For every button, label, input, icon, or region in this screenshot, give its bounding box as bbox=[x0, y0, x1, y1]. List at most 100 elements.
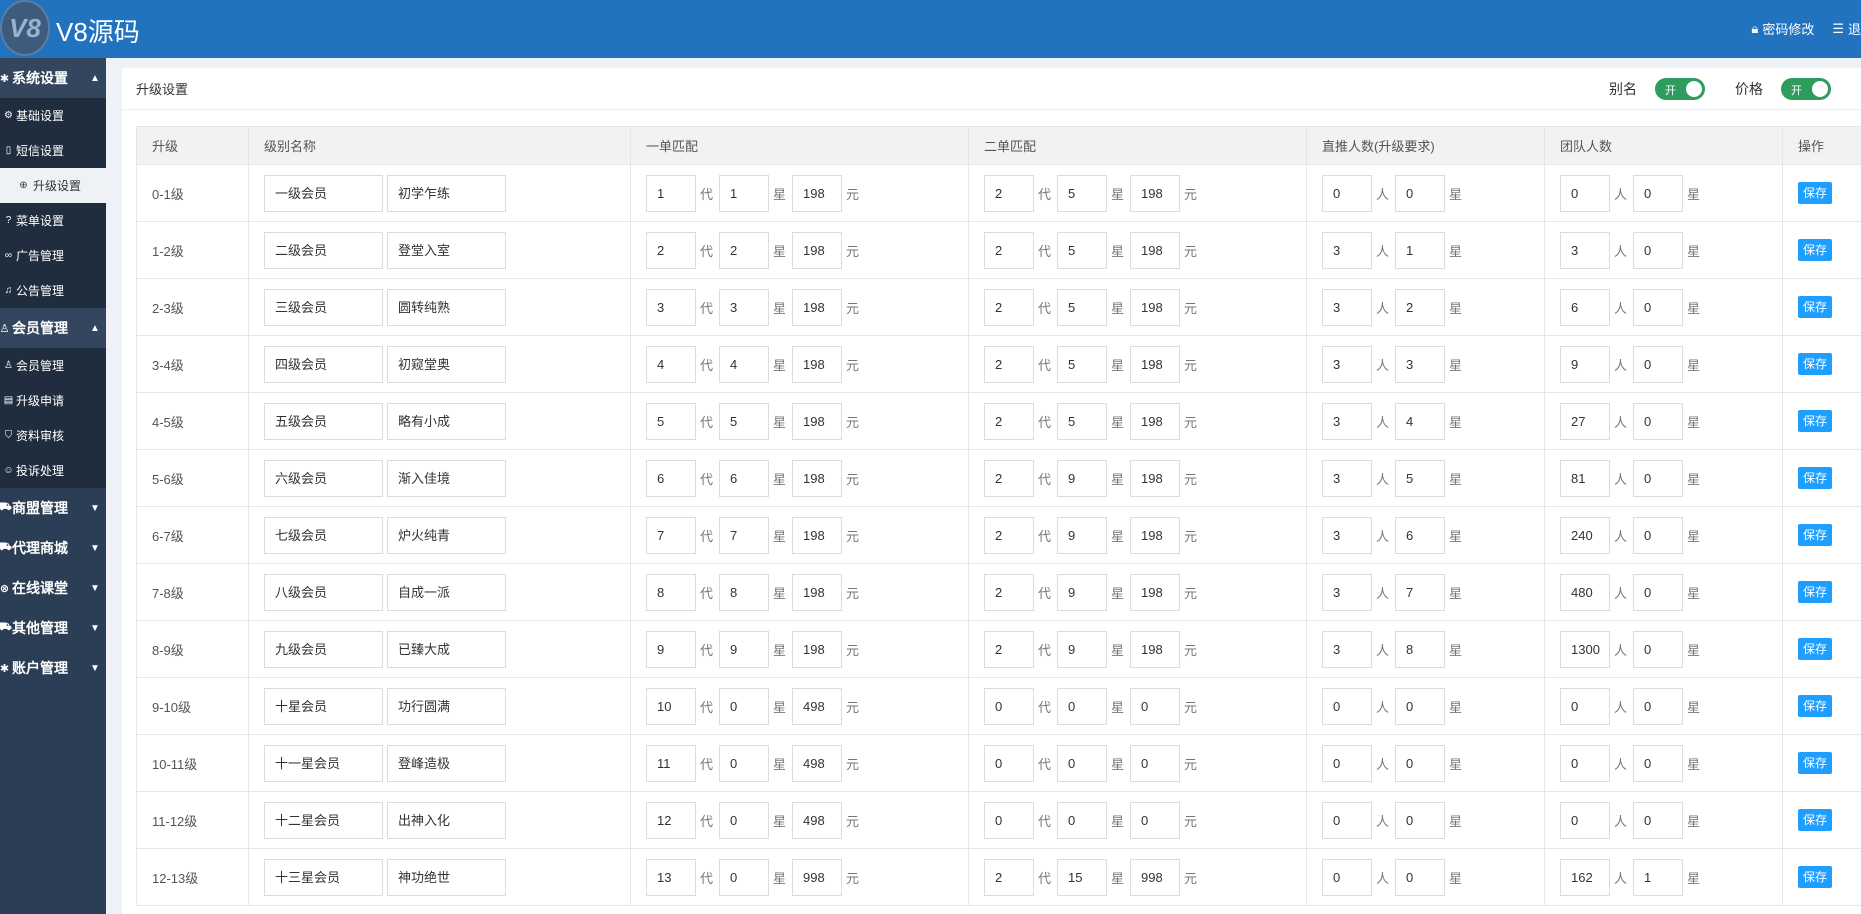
double-price-input[interactable]: 198 bbox=[1130, 573, 1181, 611]
double-price-input[interactable]: 198 bbox=[1130, 459, 1181, 497]
team-star-input[interactable]: 0 bbox=[1633, 174, 1684, 212]
sidebar-item-notice-management[interactable]: ♫ 公告管理 bbox=[0, 273, 106, 308]
save-button[interactable]: 保存 bbox=[1798, 866, 1833, 888]
single-star-input[interactable]: 6 bbox=[719, 459, 770, 497]
level-name-input[interactable]: 六级会员 bbox=[264, 459, 383, 497]
single-star-input[interactable]: 0 bbox=[719, 744, 770, 782]
level-alias-input[interactable]: 初学乍练 bbox=[387, 174, 506, 212]
logout-link[interactable]: ☰ 退 bbox=[1832, 19, 1861, 38]
team-star-input[interactable]: 0 bbox=[1633, 516, 1684, 554]
level-alias-input[interactable]: 已臻大成 bbox=[387, 630, 506, 668]
single-generation-input[interactable]: 9 bbox=[646, 630, 696, 668]
team-count-input[interactable]: 81 bbox=[1560, 459, 1610, 497]
single-generation-input[interactable]: 2 bbox=[646, 231, 696, 269]
single-star-input[interactable]: 0 bbox=[719, 858, 770, 896]
direct-star-input[interactable]: 5 bbox=[1395, 459, 1446, 497]
single-generation-input[interactable]: 6 bbox=[646, 459, 696, 497]
save-button[interactable]: 保存 bbox=[1798, 752, 1833, 774]
level-alias-input[interactable]: 神功绝世 bbox=[387, 858, 506, 896]
level-name-input[interactable]: 五级会员 bbox=[264, 402, 383, 440]
direct-star-input[interactable]: 7 bbox=[1395, 573, 1446, 611]
team-star-input[interactable]: 1 bbox=[1633, 858, 1684, 896]
sidebar-group-online-classroom[interactable]: ⊗ 在线课堂 ▼ bbox=[0, 568, 106, 608]
team-star-input[interactable]: 0 bbox=[1633, 573, 1684, 611]
double-generation-input[interactable]: 0 bbox=[984, 744, 1034, 782]
sidebar-item-sms-settings[interactable]: ▯ 短信设置 bbox=[0, 133, 106, 168]
double-generation-input[interactable]: 0 bbox=[984, 687, 1034, 725]
save-button[interactable]: 保存 bbox=[1798, 467, 1833, 489]
double-star-input[interactable]: 0 bbox=[1057, 687, 1108, 725]
sidebar-item-complaints[interactable]: ☺ 投诉处理 bbox=[0, 453, 106, 488]
level-alias-input[interactable]: 出神入化 bbox=[387, 801, 506, 839]
direct-star-input[interactable]: 0 bbox=[1395, 687, 1446, 725]
direct-count-input[interactable]: 0 bbox=[1322, 858, 1372, 896]
double-price-input[interactable]: 0 bbox=[1130, 687, 1181, 725]
sidebar-group-account-management[interactable]: ✱ 账户管理 ▼ bbox=[0, 648, 106, 688]
direct-count-input[interactable]: 0 bbox=[1322, 801, 1372, 839]
team-count-input[interactable]: 6 bbox=[1560, 288, 1610, 326]
direct-count-input[interactable]: 3 bbox=[1322, 345, 1372, 383]
sidebar-item-members[interactable]: ♙ 会员管理 bbox=[0, 348, 106, 383]
level-name-input[interactable]: 四级会员 bbox=[264, 345, 383, 383]
team-star-input[interactable]: 0 bbox=[1633, 345, 1684, 383]
direct-star-input[interactable]: 0 bbox=[1395, 858, 1446, 896]
single-price-input[interactable]: 498 bbox=[792, 744, 843, 782]
direct-star-input[interactable]: 3 bbox=[1395, 345, 1446, 383]
double-generation-input[interactable]: 2 bbox=[984, 858, 1034, 896]
single-star-input[interactable]: 5 bbox=[719, 402, 770, 440]
double-star-input[interactable]: 9 bbox=[1057, 630, 1108, 668]
single-star-input[interactable]: 4 bbox=[719, 345, 770, 383]
single-generation-input[interactable]: 12 bbox=[646, 801, 696, 839]
level-name-input[interactable]: 一级会员 bbox=[264, 174, 383, 212]
team-star-input[interactable]: 0 bbox=[1633, 402, 1684, 440]
single-star-input[interactable]: 3 bbox=[719, 288, 770, 326]
double-star-input[interactable]: 0 bbox=[1057, 801, 1108, 839]
single-star-input[interactable]: 0 bbox=[719, 801, 770, 839]
save-button[interactable]: 保存 bbox=[1798, 296, 1833, 318]
double-price-input[interactable]: 198 bbox=[1130, 516, 1181, 554]
team-count-input[interactable]: 0 bbox=[1560, 801, 1610, 839]
single-price-input[interactable]: 198 bbox=[792, 345, 843, 383]
single-generation-input[interactable]: 1 bbox=[646, 174, 696, 212]
direct-count-input[interactable]: 3 bbox=[1322, 573, 1372, 611]
level-alias-input[interactable]: 圆转纯熟 bbox=[387, 288, 506, 326]
double-price-input[interactable]: 198 bbox=[1130, 345, 1181, 383]
team-count-input[interactable]: 27 bbox=[1560, 402, 1610, 440]
direct-star-input[interactable]: 8 bbox=[1395, 630, 1446, 668]
save-button[interactable]: 保存 bbox=[1798, 239, 1833, 261]
level-alias-input[interactable]: 登堂入室 bbox=[387, 231, 506, 269]
single-generation-input[interactable]: 7 bbox=[646, 516, 696, 554]
team-count-input[interactable]: 0 bbox=[1560, 687, 1610, 725]
single-price-input[interactable]: 498 bbox=[792, 687, 843, 725]
double-generation-input[interactable]: 2 bbox=[984, 231, 1034, 269]
double-star-input[interactable]: 9 bbox=[1057, 459, 1108, 497]
team-count-input[interactable]: 162 bbox=[1560, 858, 1610, 896]
save-button[interactable]: 保存 bbox=[1798, 809, 1833, 831]
sidebar-item-upgrade-settings[interactable]: ⊕ 升级设置 bbox=[0, 168, 106, 203]
level-name-input[interactable]: 十三星会员 bbox=[264, 858, 383, 896]
double-generation-input[interactable]: 2 bbox=[984, 459, 1034, 497]
double-price-input[interactable]: 198 bbox=[1130, 231, 1181, 269]
level-alias-input[interactable]: 略有小成 bbox=[387, 402, 506, 440]
double-price-input[interactable]: 198 bbox=[1130, 288, 1181, 326]
single-price-input[interactable]: 998 bbox=[792, 858, 843, 896]
team-count-input[interactable]: 3 bbox=[1560, 231, 1610, 269]
team-count-input[interactable]: 480 bbox=[1560, 573, 1610, 611]
single-generation-input[interactable]: 4 bbox=[646, 345, 696, 383]
level-alias-input[interactable]: 渐入佳境 bbox=[387, 459, 506, 497]
save-button[interactable]: 保存 bbox=[1798, 182, 1833, 204]
level-name-input[interactable]: 十二星会员 bbox=[264, 801, 383, 839]
sidebar-item-menu-settings[interactable]: ? 菜单设置 bbox=[0, 203, 106, 238]
direct-star-input[interactable]: 0 bbox=[1395, 801, 1446, 839]
direct-star-input[interactable]: 2 bbox=[1395, 288, 1446, 326]
sidebar-item-upgrade-requests[interactable]: ▤ 升级申请 bbox=[0, 383, 106, 418]
double-generation-input[interactable]: 0 bbox=[984, 801, 1034, 839]
direct-count-input[interactable]: 3 bbox=[1322, 630, 1372, 668]
sidebar-group-agent-mall[interactable]: ⛟ 代理商城 ▼ bbox=[0, 528, 106, 568]
direct-count-input[interactable]: 3 bbox=[1322, 288, 1372, 326]
direct-count-input[interactable]: 0 bbox=[1322, 174, 1372, 212]
level-name-input[interactable]: 十星会员 bbox=[264, 687, 383, 725]
double-generation-input[interactable]: 2 bbox=[984, 174, 1034, 212]
single-star-input[interactable]: 9 bbox=[719, 630, 770, 668]
double-generation-input[interactable]: 2 bbox=[984, 288, 1034, 326]
